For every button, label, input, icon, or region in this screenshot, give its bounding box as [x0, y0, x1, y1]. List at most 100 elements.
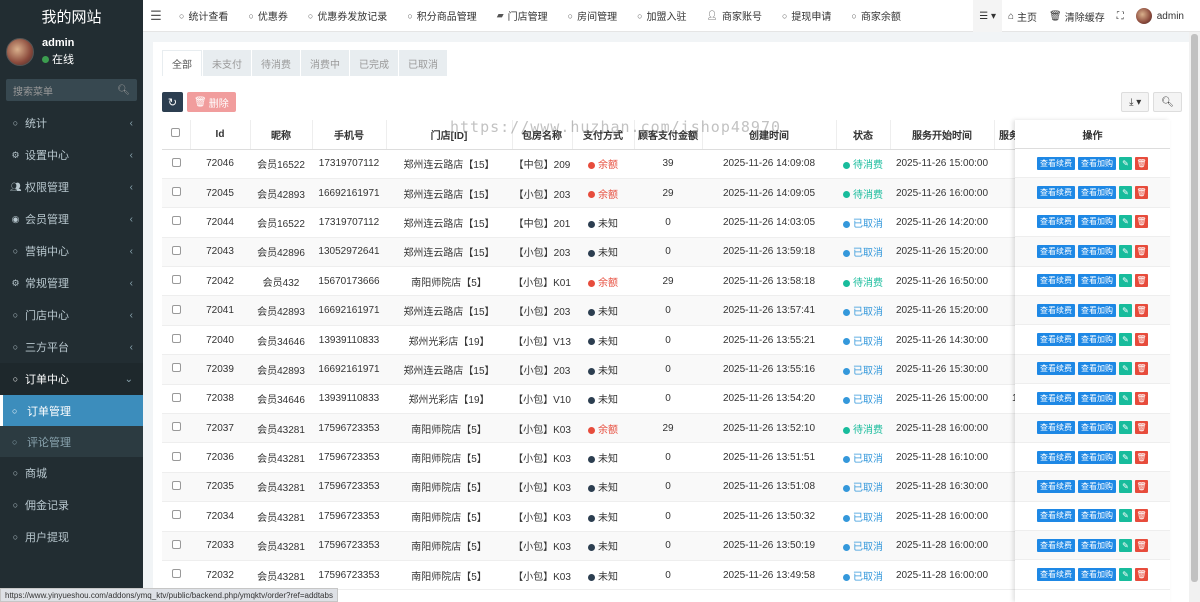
edit-icon[interactable]: ✎ — [1119, 303, 1132, 317]
delete-icon[interactable]: 🗑︎ — [1135, 303, 1148, 317]
edit-icon[interactable]: ✎ — [1119, 156, 1132, 170]
sidebar-item-1[interactable]: ⚙ 设置中心 ‹ — [0, 139, 143, 171]
scrollbar-thumb[interactable] — [1191, 34, 1198, 582]
column-header-3[interactable]: 门店[ID] — [386, 120, 513, 150]
row-checkbox[interactable] — [171, 245, 181, 255]
row-checkbox[interactable] — [171, 304, 181, 314]
nav-tab-5[interactable]: ○ 房间管理 — [558, 0, 627, 32]
column-header-8[interactable]: 状态 — [836, 120, 891, 150]
sidebar-subitem-1[interactable]: ○ 评论管理 — [0, 426, 143, 457]
row-checkbox[interactable] — [171, 275, 181, 285]
edit-icon[interactable]: ✎ — [1119, 274, 1132, 288]
view-addon-button[interactable]: 查看加购 — [1078, 156, 1116, 170]
row-checkbox[interactable] — [171, 392, 181, 402]
row-checkbox[interactable] — [171, 216, 181, 226]
view-renew-button[interactable]: 查看续费 — [1037, 538, 1075, 552]
status-tab-5[interactable]: 已取消 — [399, 50, 447, 76]
delete-icon[interactable]: 🗑︎ — [1135, 509, 1148, 523]
view-renew-button[interactable]: 查看续费 — [1037, 156, 1075, 170]
edit-icon[interactable]: ✎ — [1119, 362, 1132, 376]
status-tab-2[interactable]: 待消费 — [252, 50, 300, 76]
edit-icon[interactable]: ✎ — [1119, 244, 1132, 258]
nav-tab-4[interactable]: ▰ 门店管理 — [487, 0, 558, 32]
sidebar-bottom-item-2[interactable]: ○ 用户提现 — [0, 521, 143, 553]
home-link[interactable]: ⌂ 主页 — [1002, 0, 1043, 32]
view-addon-button[interactable]: 查看加购 — [1078, 450, 1116, 464]
search-icon[interactable]: 🔍︎ — [117, 85, 130, 96]
column-header-6[interactable]: 顾客支付金额 — [634, 120, 703, 150]
column-header-7[interactable]: 创建时间 — [702, 120, 837, 150]
row-checkbox[interactable] — [171, 422, 181, 432]
sidebar-item-3[interactable]: ◉ 会员管理 ‹ — [0, 203, 143, 235]
view-addon-button[interactable]: 查看加购 — [1078, 479, 1116, 493]
sidebar-bottom-item-0[interactable]: ○ 商城 — [0, 457, 143, 489]
delete-icon[interactable]: 🗑︎ — [1135, 156, 1148, 170]
edit-icon[interactable]: ✎ — [1119, 391, 1132, 405]
view-renew-button[interactable]: 查看续费 — [1037, 362, 1075, 376]
column-header-0[interactable]: Id — [190, 120, 251, 150]
column-header-4[interactable]: 包房名称 — [512, 120, 573, 150]
view-addon-button[interactable]: 查看加购 — [1078, 509, 1116, 523]
nav-tab-1[interactable]: ○ 优惠券 — [238, 0, 297, 32]
edit-icon[interactable]: ✎ — [1119, 186, 1132, 200]
view-addon-button[interactable]: 查看加购 — [1078, 215, 1116, 229]
row-checkbox[interactable] — [171, 510, 181, 520]
search-toggle-button[interactable]: 🔍︎ — [1153, 92, 1182, 112]
nav-tab-0[interactable]: ○ 统计查看 — [169, 0, 238, 32]
view-addon-button[interactable]: 查看加购 — [1078, 538, 1116, 552]
nav-tab-7[interactable]: 👤︎ 商家账号 — [697, 0, 772, 32]
view-addon-button[interactable]: 查看加购 — [1078, 362, 1116, 376]
edit-icon[interactable]: ✎ — [1119, 509, 1132, 523]
sidebar-bottom-item-1[interactable]: ○ 佣金记录 — [0, 489, 143, 521]
sidebar-item-7[interactable]: ○ 三方平台 ‹ — [0, 331, 143, 363]
row-checkbox[interactable] — [171, 334, 181, 344]
view-renew-button[interactable]: 查看续费 — [1037, 303, 1075, 317]
row-checkbox[interactable] — [171, 451, 181, 461]
view-addon-button[interactable]: 查看加购 — [1078, 333, 1116, 347]
delete-icon[interactable]: 🗑︎ — [1135, 421, 1148, 435]
export-button[interactable]: ⤓ ▾ — [1121, 92, 1150, 112]
delete-icon[interactable]: 🗑︎ — [1135, 215, 1148, 229]
delete-icon[interactable]: 🗑︎ — [1135, 186, 1148, 200]
view-addon-button[interactable]: 查看加购 — [1078, 303, 1116, 317]
view-renew-button[interactable]: 查看续费 — [1037, 421, 1075, 435]
status-tab-3[interactable]: 消费中 — [301, 50, 349, 76]
sidebar-item-8[interactable]: ○ 订单中心 ⌄ — [0, 363, 143, 395]
delete-icon[interactable]: 🗑︎ — [1135, 274, 1148, 288]
delete-icon[interactable]: 🗑︎ — [1135, 450, 1148, 464]
delete-icon[interactable]: 🗑︎ — [1135, 391, 1148, 405]
nav-tab-9[interactable]: ○ 商家余额 — [841, 0, 910, 32]
sidebar-item-0[interactable]: ○ 统计 ‹ — [0, 107, 143, 139]
delete-icon[interactable]: 🗑︎ — [1135, 362, 1148, 376]
nav-tab-8[interactable]: ○ 提现申请 — [772, 0, 841, 32]
view-renew-button[interactable]: 查看续费 — [1037, 391, 1075, 405]
view-renew-button[interactable]: 查看续费 — [1037, 450, 1075, 464]
site-logo[interactable]: 我的网站 — [0, 0, 143, 32]
edit-icon[interactable]: ✎ — [1119, 421, 1132, 435]
view-renew-button[interactable]: 查看续费 — [1037, 333, 1075, 347]
refresh-button[interactable]: ↻ — [162, 92, 183, 112]
delete-icon[interactable]: 🗑︎ — [1135, 479, 1148, 493]
user-menu[interactable]: admin — [1130, 0, 1200, 32]
view-renew-button[interactable]: 查看续费 — [1037, 274, 1075, 288]
row-checkbox[interactable] — [171, 157, 181, 167]
nav-tab-3[interactable]: ○ 积分商品管理 — [397, 0, 486, 32]
delete-button[interactable]: 🗑︎ 删除 — [187, 92, 236, 112]
column-header-5[interactable]: 支付方式 — [572, 120, 635, 150]
view-renew-button[interactable]: 查看续费 — [1037, 244, 1075, 258]
delete-icon[interactable]: 🗑︎ — [1135, 538, 1148, 552]
view-addon-button[interactable]: 查看加购 — [1078, 568, 1116, 582]
view-renew-button[interactable]: 查看续费 — [1037, 568, 1075, 582]
row-checkbox[interactable] — [171, 480, 181, 490]
page-scrollbar[interactable] — [1189, 32, 1200, 602]
view-renew-button[interactable]: 查看续费 — [1037, 479, 1075, 493]
view-addon-button[interactable]: 查看加购 — [1078, 391, 1116, 405]
menu-toggle-icon[interactable]: ☰ — [143, 8, 169, 24]
delete-icon[interactable]: 🗑︎ — [1135, 568, 1148, 582]
menu-search-input[interactable]: 搜索菜单 🔍︎ — [6, 79, 137, 101]
sidebar-item-4[interactable]: ○ 营销中心 ‹ — [0, 235, 143, 267]
column-header-1[interactable]: 昵称 — [250, 120, 313, 150]
delete-icon[interactable]: 🗑︎ — [1135, 244, 1148, 258]
status-tab-1[interactable]: 未支付 — [203, 50, 251, 76]
sidebar-subitem-0[interactable]: ○ 订单管理 — [0, 395, 143, 426]
